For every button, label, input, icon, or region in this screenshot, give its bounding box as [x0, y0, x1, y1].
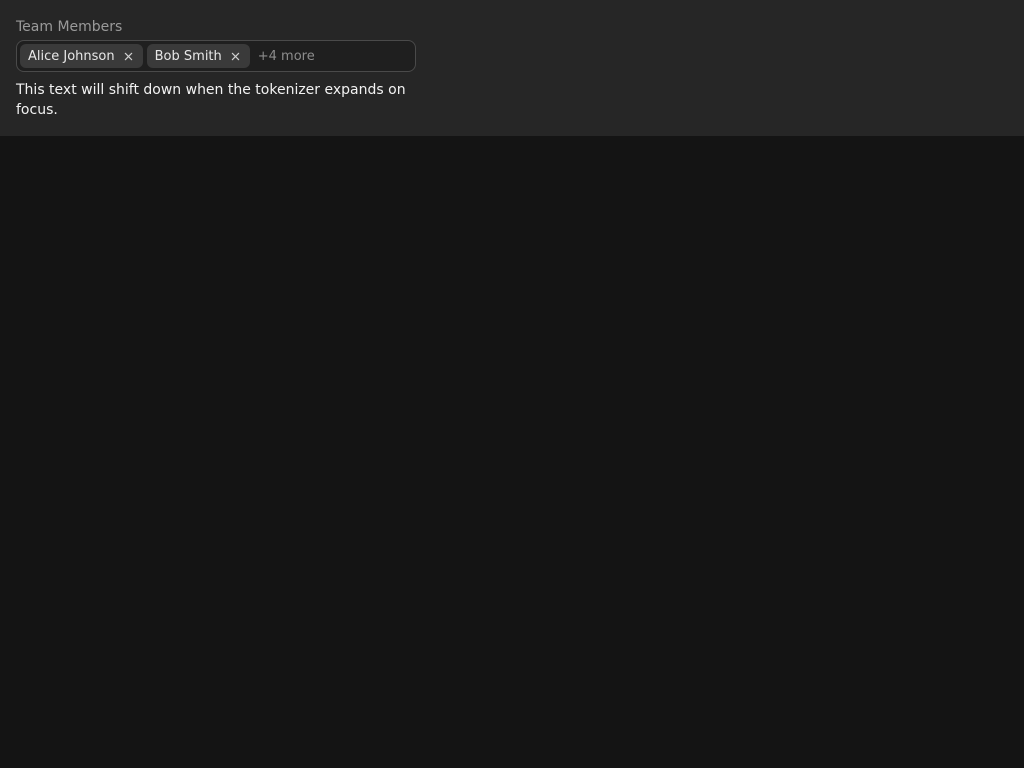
- tokenizer-text-input[interactable]: [318, 44, 412, 68]
- team-members-label: Team Members: [16, 19, 123, 35]
- team-members-panel: Team Members Alice Johnson Bob Smith +4 …: [0, 0, 1024, 136]
- more-tokens-count[interactable]: +4 more: [258, 49, 315, 64]
- token-label: Alice Johnson: [28, 48, 115, 64]
- close-icon[interactable]: [230, 50, 242, 62]
- token-label: Bob Smith: [154, 48, 222, 64]
- close-icon[interactable]: [123, 50, 135, 62]
- token-bob-smith: Bob Smith: [146, 44, 250, 68]
- team-members-tokenizer[interactable]: Alice Johnson Bob Smith +4 more: [16, 40, 416, 72]
- helper-text: This text will shift down when the token…: [16, 82, 406, 118]
- token-alice-johnson: Alice Johnson: [20, 44, 143, 68]
